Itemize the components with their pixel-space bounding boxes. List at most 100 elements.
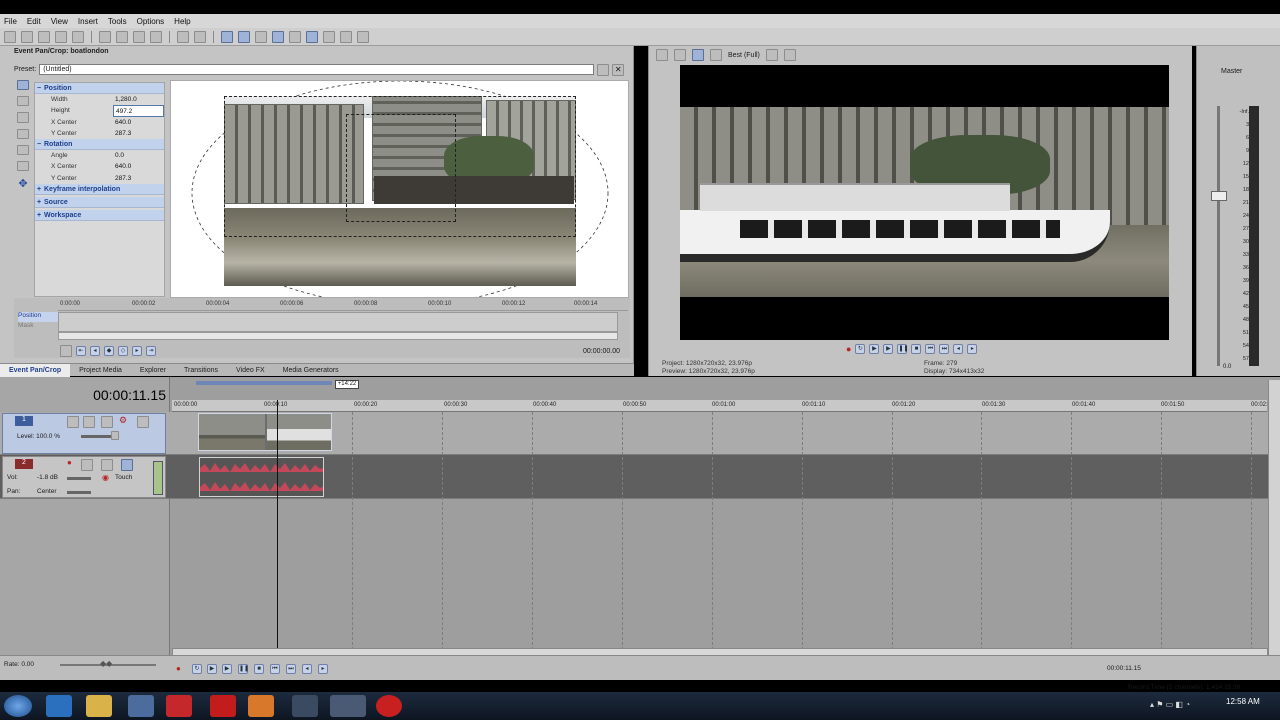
prop-y-center-value[interactable]: 287.3 <box>113 128 164 139</box>
vol-slider[interactable] <box>67 477 91 480</box>
video-track-header[interactable]: 1 ⚙ Level: 100.0 % <box>2 413 166 454</box>
track-fx-icon[interactable] <box>83 416 95 428</box>
prop-height-value[interactable]: 497.2 <box>113 105 164 117</box>
prop-rot-x-center[interactable]: X Center 640.0 <box>35 161 164 172</box>
preview-fx-icon[interactable] <box>674 49 686 61</box>
preview-properties-icon[interactable] <box>656 49 668 61</box>
next-keyframe-button[interactable]: ▸ <box>132 346 142 356</box>
copy-snapshot-icon[interactable] <box>765 49 778 61</box>
delete-icon[interactable] <box>150 30 162 43</box>
record-button[interactable]: ● <box>846 344 851 354</box>
tab-project-media[interactable]: Project Media <box>70 364 131 377</box>
audio-fx-icon[interactable] <box>101 459 113 471</box>
section-source[interactable]: Source <box>35 197 164 209</box>
open-icon[interactable] <box>21 30 33 43</box>
play-from-start-button[interactable]: ▶ <box>869 344 880 354</box>
bottom-next-frame-button[interactable]: ▸ <box>318 664 328 674</box>
bottom-pause-button[interactable]: ❚❚ <box>238 664 249 674</box>
tab-transitions[interactable]: Transitions <box>175 364 227 377</box>
prev-keyframe-button[interactable]: ◂ <box>90 346 100 356</box>
tab-explorer[interactable]: Explorer <box>131 364 175 377</box>
save-icon[interactable] <box>38 30 50 43</box>
bottom-stop-button[interactable]: ■ <box>254 664 264 674</box>
add-keyframe-button[interactable]: ◆ <box>104 346 114 356</box>
whats-this-help-icon[interactable] <box>357 30 369 43</box>
redo-icon[interactable] <box>194 30 206 43</box>
move-freely-icon[interactable]: ✥ <box>18 177 27 190</box>
save-snapshot-icon[interactable] <box>783 49 796 61</box>
copy-icon[interactable] <box>116 30 128 43</box>
pause-button[interactable]: ❚❚ <box>897 344 909 354</box>
timeline-vertical-scrollbar[interactable] <box>1268 380 1280 655</box>
automation-mode[interactable]: Touch <box>115 474 132 481</box>
mute-icon[interactable]: ⚙ <box>119 415 127 426</box>
cut-icon[interactable] <box>99 30 111 43</box>
ie-icon[interactable] <box>46 695 72 717</box>
lock-envelopes-icon[interactable] <box>306 30 318 43</box>
play-button[interactable]: ▶ <box>883 344 894 354</box>
section-workspace[interactable]: Workspace <box>35 210 164 222</box>
preview-quality-dropdown[interactable]: Best (Full) <box>728 52 760 59</box>
last-keyframe-button[interactable]: ⇥ <box>146 346 156 356</box>
snap-to-grid-icon[interactable] <box>17 144 29 155</box>
master-fader-handle[interactable] <box>1211 191 1227 201</box>
keyframe-track[interactable] <box>58 312 618 332</box>
undo-icon[interactable] <box>177 30 189 43</box>
track-invert-phase-icon[interactable] <box>81 459 93 471</box>
track-motion-icon[interactable] <box>67 416 79 428</box>
prop-height[interactable]: Height 497.2 <box>35 105 164 117</box>
normal-edit-tool-icon[interactable] <box>221 30 233 43</box>
opera-icon[interactable] <box>166 695 192 717</box>
position-track-label[interactable]: Position <box>18 312 58 322</box>
delete-preset-icon[interactable]: ✕ <box>612 63 625 76</box>
app2-icon[interactable] <box>292 695 318 717</box>
vegas-icon[interactable] <box>330 695 366 717</box>
bottom-go-to-start-button[interactable]: ⏮ <box>270 664 280 674</box>
bottom-record-button[interactable]: ● <box>176 664 181 673</box>
keyframe-scrollbar[interactable] <box>58 332 618 340</box>
timeline-ruler[interactable]: 00:00:00 00:00:10 00:00:20 00:00:30 00:0… <box>172 400 1274 412</box>
prop-rot-y-center[interactable]: Y Center 287.3 <box>35 173 164 184</box>
prop-x-center[interactable]: X Center 640.0 <box>35 117 164 128</box>
solo-icon[interactable] <box>137 416 149 428</box>
lock-aspect-icon[interactable] <box>17 160 29 172</box>
bottom-play-button[interactable]: ▶ <box>222 664 232 674</box>
normal-edit-icon[interactable] <box>17 96 29 107</box>
menu-file[interactable]: File <box>4 17 17 26</box>
menu-insert[interactable]: Insert <box>78 17 98 26</box>
next-frame-button[interactable]: ▸ <box>967 344 978 354</box>
audio-track-lane[interactable] <box>0 455 1268 499</box>
automation-icon[interactable]: ◉ <box>102 473 109 482</box>
pan-slider[interactable] <box>67 491 91 494</box>
video-event-clip[interactable] <box>198 413 332 451</box>
compositing-mode-icon[interactable] <box>101 416 113 428</box>
section-rotation[interactable]: Rotation <box>35 139 164 151</box>
master-fader-track[interactable] <box>1217 106 1220 366</box>
tray-icons[interactable]: ▴ ⚑ ▭ ◧ ◔ <box>1150 700 1190 709</box>
menu-tools[interactable]: Tools <box>108 17 127 26</box>
selection-tool-icon[interactable] <box>255 30 267 43</box>
section-keyframe-interpolation[interactable]: Keyframe interpolation <box>35 184 164 196</box>
loop-region-bar[interactable] <box>196 381 332 385</box>
enable-rotation-icon[interactable] <box>17 128 29 139</box>
recorder-icon[interactable] <box>376 695 402 717</box>
delete-keyframe-button[interactable]: ◇ <box>118 346 128 356</box>
prop-rot-x-center-value[interactable]: 640.0 <box>113 161 164 172</box>
paste-icon[interactable] <box>133 30 145 43</box>
video-track-lane[interactable] <box>0 412 1268 455</box>
app-icon[interactable] <box>128 695 154 717</box>
envelope-tool-icon[interactable] <box>238 30 250 43</box>
prop-angle-value[interactable]: 0.0 <box>113 150 164 161</box>
split-screen-icon[interactable] <box>692 49 704 61</box>
audio-event-clip[interactable] <box>199 457 324 497</box>
properties-icon[interactable] <box>72 30 84 43</box>
prop-rot-y-center-value[interactable]: 287.3 <box>113 173 164 184</box>
menu-help[interactable]: Help <box>174 17 190 26</box>
sync-cursor-icon[interactable] <box>60 345 72 357</box>
bottom-prev-frame-button[interactable]: ◂ <box>302 664 312 674</box>
bottom-play-from-start-button[interactable]: ▶ <box>207 664 217 674</box>
new-icon[interactable] <box>4 30 16 43</box>
save-preset-icon[interactable] <box>597 63 610 76</box>
prop-angle[interactable]: Angle 0.0 <box>35 150 164 161</box>
menu-options[interactable]: Options <box>137 17 165 26</box>
